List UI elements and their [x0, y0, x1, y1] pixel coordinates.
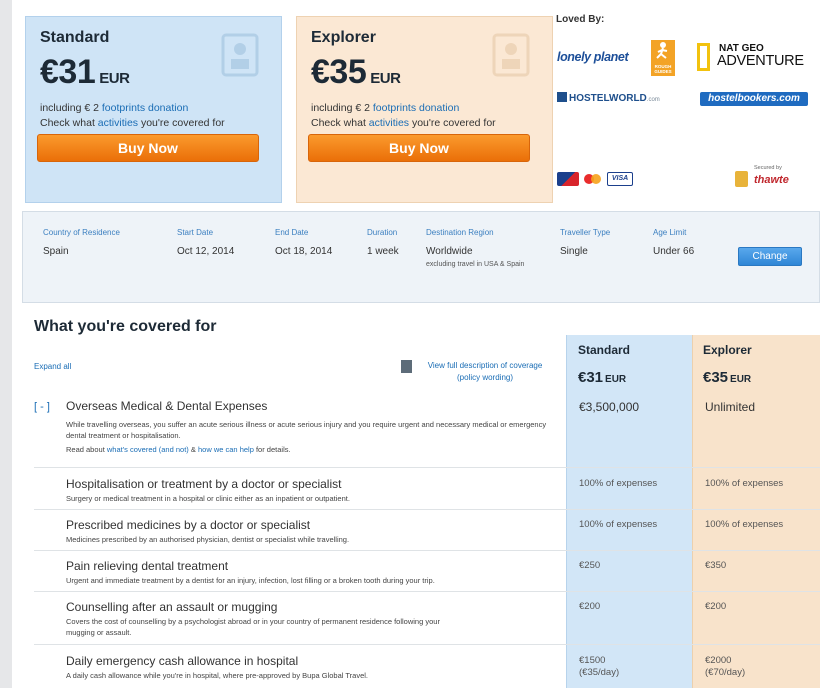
footprints-donation-link[interactable]: footprints donation [373, 102, 459, 114]
coverage-row-description: Covers the cost of counselling by a psyc… [66, 617, 440, 626]
activities-link[interactable]: activities [98, 117, 138, 129]
standard-value: 100% of expenses [579, 478, 658, 489]
trip-field-end-date: End Date Oct 18, 2014 [275, 228, 333, 257]
trip-field-traveller-type: Traveller Type Single [560, 228, 611, 257]
coverage-row-description: Urgent and immediate treatment by a dent… [66, 576, 435, 585]
coverage-row-description: Medicines prescribed by an authorised ph… [66, 535, 350, 544]
explorer-value: 100% of expenses [705, 478, 784, 489]
mugging-assault-link[interactable]: mugging or assault. [66, 627, 566, 638]
plan-card-standard: Standard €31 EUR including € 2 footprints… [25, 16, 282, 203]
coverage-row-title: Daily emergency cash allowance in hospit… [66, 654, 299, 668]
thawte-seal: Secured by thawte [735, 165, 805, 193]
lonely-planet-logo: lonely planet [557, 50, 629, 64]
explorer-column-price: €35 EUR [703, 369, 752, 386]
trip-field-age-limit: Age Limit Under 66 [653, 228, 695, 257]
explorer-value: €350 [705, 560, 727, 571]
coverage-row-medical-dental: [ - ] Overseas Medical & Dental Expenses… [34, 399, 820, 468]
nat-geo-frame-icon [697, 43, 710, 71]
coverage-row-title: Overseas Medical & Dental Expenses [66, 399, 268, 413]
plan-illustration-icon [221, 33, 259, 77]
donation-line: including € 2 footprints donation [40, 102, 189, 114]
explorer-column-name: Explorer [703, 343, 752, 357]
standard-value: €250 [579, 560, 601, 571]
buy-now-standard-button[interactable]: Buy Now [37, 134, 259, 162]
change-button[interactable]: Change [738, 247, 802, 266]
activities-link[interactable]: activities [369, 117, 409, 129]
explorer-value: Unlimited [705, 400, 756, 414]
whats-covered-link[interactable]: what's covered (and not) [107, 445, 189, 454]
donation-line: including € 2 footprints donation [311, 102, 460, 114]
rough-guides-logo: ROUGH GUIDES [651, 40, 675, 76]
standard-value-daily: (€35/day) [579, 667, 620, 678]
lock-icon [735, 171, 748, 187]
nat-geo-adventure-logo: NAT GEO ADVENTURE [697, 43, 805, 73]
hostelworld-mark-icon [557, 92, 567, 102]
coverage-row-title: Pain relieving dental treatment [66, 559, 229, 573]
delta-card-icon [557, 172, 579, 186]
coverage-row: Pain relieving dental treatment Urgent a… [34, 551, 820, 592]
standard-column-name: Standard [578, 343, 631, 357]
mastercard-icon [582, 172, 604, 186]
explorer-value: €2000 [705, 655, 732, 666]
trip-field-country: Country of Residence Spain [43, 228, 120, 257]
activities-line: Check what activities you're covered for [40, 117, 225, 129]
coverage-row-description: While travelling overseas, you suffer an… [66, 420, 547, 440]
footprints-donation-link[interactable]: footprints donation [102, 102, 188, 114]
plan-card-explorer: Explorer €35 EUR including € 2 footprints… [296, 16, 553, 203]
trip-summary: Country of Residence Spain Start Date Oct … [22, 211, 820, 303]
coverage-title: What you're covered for [34, 318, 217, 335]
standard-value: €1500 [579, 655, 606, 666]
runner-icon [656, 42, 668, 59]
coverage-row: Daily emergency cash allowance in hospit… [34, 645, 820, 688]
activities-line: Check what activities you're covered for [311, 117, 496, 129]
collapse-toggle[interactable]: [ - ] [34, 401, 50, 413]
hostelworld-logo: HOSTELWORLD.com [557, 92, 660, 104]
coverage-row-title: Prescribed medicines by a doctor or spec… [66, 518, 311, 532]
coverage-row-description: Surgery or medical treatment in a hospit… [66, 494, 350, 503]
how-we-can-help-link[interactable]: how we can help [198, 445, 254, 454]
plan-illustration-icon [492, 33, 530, 77]
coverage-row: Hospitalisation or treatment by a doctor… [34, 469, 820, 510]
coverage-row: Prescribed medicines by a doctor or spec… [34, 510, 820, 551]
coverage-row: Counselling after an assault or mugging … [34, 592, 820, 645]
standard-value: €3,500,000 [579, 400, 640, 414]
read-about-line: Read about what's covered (and not) & ho… [66, 445, 291, 454]
explorer-value: 100% of expenses [705, 519, 784, 530]
standard-column-price: €31 EUR [578, 369, 627, 386]
standard-value: €200 [579, 601, 601, 612]
trip-field-duration: Duration 1 week [367, 228, 399, 257]
document-icon [401, 360, 412, 373]
standard-value: 100% of expenses [579, 519, 658, 530]
trip-field-start-date: Start Date Oct 12, 2014 [177, 228, 235, 257]
coverage-row-title: Counselling after an assault or mugging [66, 600, 278, 614]
buy-now-explorer-button[interactable]: Buy Now [308, 134, 530, 162]
coverage-row-title: Hospitalisation or treatment by a doctor… [66, 477, 342, 491]
coverage-row-description: A daily cash allowance while you're in h… [66, 671, 369, 680]
explorer-value-daily: (€70/day) [705, 667, 746, 678]
view-full-description-link[interactable]: View full description of coverage (polic… [401, 360, 561, 386]
payment-cards: VISA [557, 172, 636, 187]
loved-by-label: Loved By: [556, 14, 605, 25]
hostelbookers-logo: hostelbookers.com [700, 92, 808, 106]
expand-all-link[interactable]: Expand all [34, 362, 71, 371]
explorer-value: €200 [705, 601, 727, 612]
visa-card-icon: VISA [607, 172, 633, 186]
trip-field-destination: Destination Region Worldwide excluding tra… [426, 228, 525, 268]
